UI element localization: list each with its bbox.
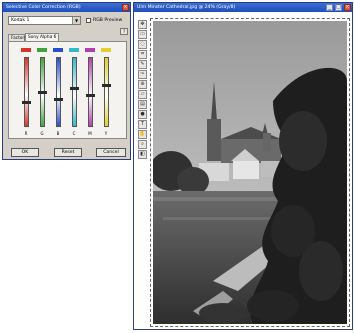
channel-label: M — [88, 131, 92, 136]
preview-checkbox[interactable] — [86, 18, 91, 23]
color-swatch-icon[interactable]: ◧ — [138, 150, 147, 159]
canvas-frame — [150, 18, 350, 327]
crop-tool-icon[interactable]: ⌗ — [138, 50, 147, 59]
preset-value: Kodak 1 — [11, 18, 30, 23]
channel-slider-y[interactable] — [103, 57, 109, 127]
color-correction-dialog: Selective Color Correction (RGB) × Kodak… — [2, 2, 131, 160]
dialog-title: Selective Color Correction (RGB) — [6, 5, 81, 10]
move-tool-icon[interactable]: ✥ — [138, 20, 147, 29]
preset-dropdown[interactable]: Kodak 1 ▼ — [8, 16, 81, 25]
channel-label: B — [56, 131, 60, 136]
reset-button[interactable]: Reset — [54, 148, 82, 157]
tab-sony-label: Sony Alpha 6 — [28, 35, 57, 40]
channel-slider-thumb[interactable] — [69, 87, 79, 90]
chevron-down-icon[interactable]: ▼ — [72, 17, 80, 24]
clone-tool-icon[interactable]: ⊕ — [138, 80, 147, 89]
text-tool-icon[interactable]: T — [138, 120, 147, 129]
channel-label: Y — [104, 131, 108, 136]
maximize-icon[interactable]: □ — [335, 4, 342, 11]
dodge-tool-icon[interactable]: ● — [138, 110, 147, 119]
image-titlebar[interactable]: Ulm Minster Cathedral.jpg @ 24% (Gray/8)… — [134, 3, 352, 12]
close-icon[interactable]: × — [122, 4, 129, 11]
channel-swatch-y — [101, 48, 111, 52]
gradient-tool-icon[interactable]: ▤ — [138, 100, 147, 109]
help-icon[interactable]: ? — [120, 28, 128, 35]
channel-slider-thumb[interactable] — [37, 90, 47, 94]
close-icon[interactable]: × — [344, 4, 351, 11]
eyedropper-tool-icon[interactable]: ✎ — [138, 60, 147, 69]
channel-slider-c[interactable] — [71, 57, 77, 127]
channel-swatch-g — [37, 48, 47, 52]
channel-slider-thumb[interactable] — [53, 97, 63, 101]
cathedral-photo — [153, 21, 347, 324]
channel-swatch-c — [69, 48, 79, 52]
tool-strip: ✥ ▭ ◌ ⌗ ✎ ✑ ⊕ ▱ ▤ ● T ✋ ⌕ ◧ — [138, 20, 147, 160]
marquee-tool-icon[interactable]: ▭ — [138, 30, 147, 39]
channel-panel: RGBCMY — [8, 41, 127, 139]
channel-label: C — [72, 131, 76, 136]
image-window: Ulm Minster Cathedral.jpg @ 24% (Gray/8)… — [133, 2, 353, 330]
lasso-tool-icon[interactable]: ◌ — [138, 40, 147, 49]
channel-slider-thumb[interactable] — [101, 83, 111, 87]
dialog-titlebar[interactable]: Selective Color Correction (RGB) × — [3, 3, 130, 12]
channel-swatch-b — [53, 48, 63, 52]
zoom-tool-icon[interactable]: ⌕ — [138, 140, 147, 149]
cancel-button[interactable]: Cancel — [96, 148, 126, 157]
channel-swatch-r — [21, 48, 31, 52]
channel-slider-thumb[interactable] — [85, 94, 95, 97]
hand-tool-icon[interactable]: ✋ — [138, 130, 147, 139]
channel-label: G — [40, 131, 44, 136]
eraser-tool-icon[interactable]: ▱ — [138, 90, 147, 99]
preview-label: RGB Preview — [93, 18, 123, 23]
channel-swatch-m — [85, 48, 95, 52]
channel-label: R — [24, 131, 28, 136]
channel-slider-b[interactable] — [55, 57, 61, 127]
channel-slider-m[interactable] — [87, 57, 93, 127]
channel-slider-thumb[interactable] — [21, 101, 31, 104]
minimize-icon[interactable]: _ — [326, 4, 333, 11]
brush-tool-icon[interactable]: ✑ — [138, 70, 147, 79]
ok-button[interactable]: OK — [11, 148, 39, 157]
image-title: Ulm Minster Cathedral.jpg @ 24% (Gray/8) — [137, 5, 236, 10]
channel-slider-r[interactable] — [23, 57, 29, 127]
